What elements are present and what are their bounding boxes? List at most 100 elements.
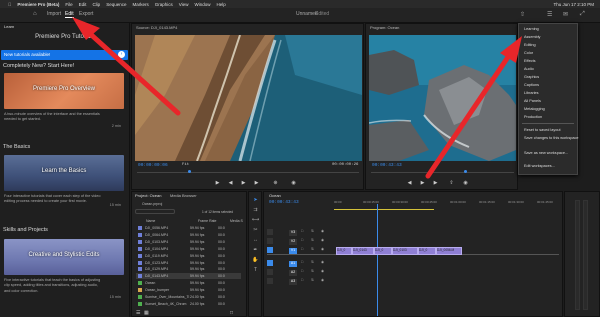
table-row[interactable]: DJI_0103.MP4 59.94 fps 00:0 — [136, 239, 241, 245]
table-row[interactable]: DJI_0123.MP4 59.94 fps 00:0 — [136, 260, 241, 266]
table-row[interactable]: DJI_0064.MP4 59.94 fps 00:0 — [136, 232, 241, 238]
project-search-input[interactable] — [135, 209, 175, 214]
track-header[interactable]: V3 □ ⇅ ◉ — [267, 228, 335, 237]
menu-help[interactable]: Help — [216, 2, 225, 7]
ws-libraries[interactable]: Libraries — [524, 91, 539, 95]
card-creative[interactable]: Creative and Stylistic Edits — [4, 239, 124, 275]
new-item-icon[interactable]: □ — [230, 310, 233, 316]
ws-effects[interactable]: Effects — [524, 59, 536, 63]
workspaces-icon[interactable]: ☰ — [547, 11, 552, 18]
label-color-swatch[interactable] — [138, 253, 142, 258]
tab-export[interactable]: Export — [79, 11, 93, 17]
label-color-swatch[interactable] — [138, 281, 142, 286]
source-timecode[interactable]: 00:00:00:06 — [138, 163, 168, 168]
play-button[interactable]: ▶ — [240, 180, 247, 186]
table-row[interactable]: Sunset_Beach_4K_Chrom 24.00 fps 00:0 — [136, 301, 241, 307]
table-row[interactable]: Ocean_bumper 59.94 fps 00:0 — [136, 287, 241, 293]
sync-icon[interactable]: ⇅ — [311, 278, 314, 282]
table-row[interactable]: Sunrise_Over_Mountains_Ti 24.00 fps 00:0 — [136, 294, 241, 300]
visibility-icon[interactable]: ◉ — [321, 278, 324, 282]
label-color-swatch[interactable] — [138, 288, 142, 293]
timeline-clip[interactable]: DJI_0 — [336, 247, 352, 255]
apple-icon[interactable]:  — [8, 2, 11, 7]
table-row[interactable]: DJI_0104.MP4 59.94 fps 00:0 — [136, 246, 241, 252]
lock-icon[interactable]: □ — [301, 238, 303, 242]
ws-audio[interactable]: Audio — [524, 67, 534, 71]
track-header[interactable]: A1 □ ⇅ ◉ — [267, 259, 335, 268]
program-camera-icon[interactable]: ◉ — [462, 180, 469, 186]
lock-icon[interactable]: □ — [301, 260, 303, 264]
project-tab[interactable]: Project: Ocean — [135, 193, 161, 198]
tab-edit[interactable]: Edit — [65, 11, 74, 18]
col-header-media[interactable]: Media S — [230, 219, 243, 223]
menu-view[interactable]: View — [179, 2, 189, 7]
ws-reset-layout[interactable]: Reset to saved layout — [524, 128, 561, 132]
quick-export-icon[interactable]: ⇧ — [520, 11, 525, 18]
program-monitor-title[interactable]: Program: Ocean — [370, 25, 399, 30]
list-view-icon[interactable]: ☰ — [136, 310, 140, 316]
sync-icon[interactable]: ⇅ — [311, 247, 314, 251]
menu-app[interactable]: Premiere Pro (Beta) — [17, 2, 59, 7]
track-header[interactable]: V2 □ ⇅ ◉ — [267, 237, 335, 246]
label-color-swatch[interactable] — [138, 246, 142, 251]
col-header-frame-rate[interactable]: Frame Rate — [198, 219, 216, 223]
label-color-swatch[interactable] — [138, 274, 142, 279]
lock-icon[interactable]: □ — [301, 278, 303, 282]
source-monitor-title[interactable]: Source: DJI_0143.MP4 — [136, 25, 177, 30]
menu-file[interactable]: File — [65, 2, 72, 7]
track-target[interactable] — [267, 260, 273, 266]
step-back-icon[interactable]: ◀ — [227, 180, 234, 186]
menu-clip[interactable]: Clip — [92, 2, 100, 7]
timeline-playhead[interactable] — [377, 204, 378, 316]
track-target[interactable] — [267, 238, 273, 244]
ws-graphics[interactable]: Graphics — [524, 75, 539, 79]
ws-assembly[interactable]: Assembly — [524, 35, 540, 39]
track-target[interactable] — [267, 247, 273, 253]
timeline-timecode[interactable]: 00:00:43:43 — [269, 200, 299, 205]
program-step-back-icon[interactable]: ◀ — [406, 180, 413, 186]
program-timecode[interactable]: 00:00:43:43 — [372, 163, 402, 168]
slip-tool-icon[interactable]: ↔ — [252, 237, 259, 244]
label-color-swatch[interactable] — [138, 267, 142, 272]
track-header[interactable]: A3 □ ⇅ ◉ — [267, 277, 335, 286]
sync-icon[interactable]: ⇅ — [311, 269, 314, 273]
fullscreen-icon[interactable]: ⤢ — [580, 11, 585, 18]
ws-save-changes[interactable]: Save changes to this workspace — [524, 136, 578, 140]
menu-markers[interactable]: Markers — [132, 2, 148, 7]
track-target[interactable] — [267, 229, 273, 235]
source-playhead[interactable] — [188, 170, 191, 173]
label-color-swatch[interactable] — [138, 226, 142, 230]
source-fit-select[interactable]: Fit — [182, 163, 189, 167]
program-playhead[interactable] — [464, 170, 467, 173]
media-browser-tab[interactable]: Media Browser — [170, 193, 197, 198]
pen-tool-icon[interactable]: ✒ — [252, 247, 259, 254]
table-row[interactable]: DJI_0119.MP4 59.94 fps 00:0 — [136, 253, 241, 259]
ws-edit-workspaces[interactable]: Edit workspaces... — [524, 164, 555, 168]
table-row[interactable]: DJI_0056.MP4 59.94 fps 00:0 — [136, 225, 241, 231]
lock-icon[interactable]: □ — [301, 269, 303, 273]
visibility-icon[interactable]: ◉ — [321, 229, 324, 233]
ws-color[interactable]: Color — [524, 51, 533, 55]
program-step-forward-icon[interactable]: ▶ — [432, 180, 439, 186]
table-row[interactable]: DJI_0143.MP4 59.94 fps 00:0 — [136, 273, 241, 280]
sync-icon[interactable]: ⇅ — [311, 260, 314, 264]
menu-sequence[interactable]: Sequence — [106, 2, 126, 7]
visibility-icon[interactable]: ◉ — [321, 238, 324, 242]
type-tool-icon[interactable]: T — [252, 267, 259, 274]
ws-learning[interactable]: Learning — [524, 27, 539, 31]
timeline-clip[interactable]: DJI_0103 — [392, 247, 418, 255]
track-header[interactable]: A2 □ ⇅ ◉ — [267, 268, 335, 277]
timeline-clip[interactable]: DJI_0056.M — [436, 247, 462, 255]
track-target[interactable] — [267, 278, 273, 284]
ws-production[interactable]: Production — [524, 115, 542, 119]
step-forward-icon[interactable]: ▶ — [253, 180, 260, 186]
lift-icon[interactable]: ⇧ — [448, 180, 455, 186]
timeline-clip[interactable]: DJI_0143 — [352, 247, 374, 255]
card-overview[interactable]: Premiere Pro Overview — [4, 73, 124, 109]
icon-view-icon[interactable]: ▦ — [144, 310, 149, 316]
ripple-edit-icon[interactable]: ⟷ — [252, 217, 259, 224]
selection-tool-icon[interactable]: ➤ — [252, 197, 259, 204]
timeline-clip[interactable]: DJI_0 — [374, 247, 392, 255]
camera-icon[interactable]: ◉ — [290, 180, 297, 186]
source-scrub-bar[interactable] — [137, 172, 359, 173]
